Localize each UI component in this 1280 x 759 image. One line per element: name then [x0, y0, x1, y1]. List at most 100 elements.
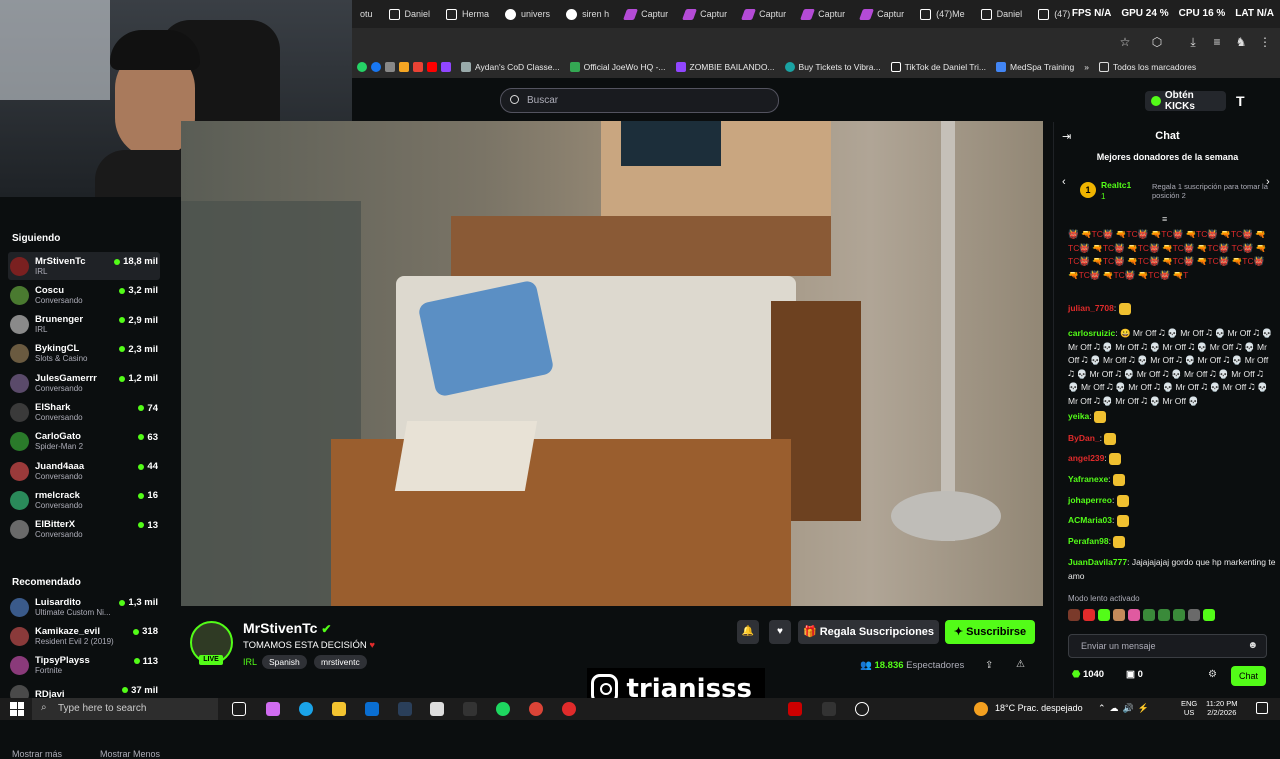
chat-username[interactable]: ACMaria03: [1068, 515, 1112, 525]
file-explorer-icon[interactable]: [332, 702, 346, 716]
chat-username[interactable]: angel239: [1068, 453, 1104, 463]
bookmarks-overflow[interactable]: »: [1079, 62, 1094, 72]
chat-username[interactable]: julian_7708: [1068, 303, 1114, 313]
share-icon[interactable]: ⇪: [985, 660, 993, 671]
get-kicks-button[interactable]: Obtén KICKs: [1145, 90, 1226, 112]
menu-icon[interactable]: ⋮: [1258, 35, 1272, 49]
settings-icon[interactable]: ⚙: [1208, 669, 1217, 680]
copilot-icon[interactable]: [266, 702, 280, 716]
store-icon[interactable]: [430, 702, 444, 716]
sidebar-channel[interactable]: Kamikaze_evil Resident Evil 2 (2019) 318: [8, 622, 160, 650]
emote-icon[interactable]: [1128, 609, 1140, 621]
tray-icons[interactable]: ⌃☁🔊⚡: [1098, 703, 1153, 714]
chat-username[interactable]: ByDan_: [1068, 433, 1100, 443]
bookmark[interactable]: TikTok de Daniel Tri...: [886, 62, 991, 72]
sidebar-channel[interactable]: TipsyPlayss Fortnite 113: [8, 652, 160, 680]
filter-icon[interactable]: ≡: [1162, 214, 1167, 224]
chat-username[interactable]: JuanDavila777: [1068, 557, 1127, 567]
browser-tab[interactable]: Captur: [853, 0, 912, 28]
extensions-icon[interactable]: ⬡: [1150, 35, 1164, 49]
star-icon[interactable]: ☆: [1118, 35, 1132, 49]
sidebar-channel[interactable]: BykingCL Slots & Casino 2,3 mil: [8, 340, 160, 368]
tag-channel[interactable]: mrstiventc: [314, 655, 367, 669]
emote-icon[interactable]: [1158, 609, 1170, 621]
search-input[interactable]: Buscar: [500, 88, 779, 113]
sidebar-channel[interactable]: ElBitterX Conversando 13: [8, 516, 160, 544]
language-indicator[interactable]: ENG US: [1181, 699, 1197, 717]
channel-name[interactable]: MrStivenTc ✔: [243, 620, 331, 636]
bookmark[interactable]: ZOMBIE BAILANDO...: [671, 62, 780, 72]
bookmark[interactable]: Buy Tickets to Vibra...: [780, 62, 886, 72]
chat-username[interactable]: Yafranexe: [1068, 474, 1108, 484]
chat-username[interactable]: johaperreo: [1068, 495, 1112, 505]
edge-icon[interactable]: [299, 702, 313, 716]
emote-icon[interactable]: [1098, 609, 1110, 621]
chat-username[interactable]: Perafan98: [1068, 536, 1109, 546]
sidebar-channel[interactable]: ElShark Conversando 74: [8, 399, 160, 427]
browser-tab[interactable]: univers: [497, 0, 558, 28]
sidebar-channel[interactable]: Juand4aaa Conversando 44: [8, 457, 160, 485]
chevron-left-icon[interactable]: ‹: [1062, 176, 1066, 188]
browser-tab[interactable]: (47)Me: [912, 0, 973, 28]
weather-text[interactable]: 18°C Prac. despejado: [995, 703, 1083, 713]
app-icon[interactable]: [822, 702, 836, 716]
sidebar-channel[interactable]: rmelcrack Conversando 16: [8, 486, 160, 514]
emote-icon[interactable]: [1113, 609, 1125, 621]
opera-icon[interactable]: [562, 702, 576, 716]
stream-category[interactable]: IRL: [243, 657, 257, 667]
follow-button[interactable]: ♥: [769, 620, 791, 644]
outlook-icon[interactable]: [365, 702, 379, 716]
kick-points[interactable]: ⬣ 1040: [1072, 669, 1104, 680]
all-bookmarks[interactable]: Todos los marcadores: [1094, 62, 1201, 72]
show-less-button[interactable]: Mostrar Menos: [100, 749, 160, 759]
chat-username[interactable]: yeika: [1068, 411, 1089, 421]
emote-icon[interactable]: [1173, 609, 1185, 621]
bookmark-icons[interactable]: [352, 62, 456, 72]
task-view-icon[interactable]: [232, 702, 246, 716]
emote-icon[interactable]: [1203, 609, 1215, 621]
media-icon[interactable]: [855, 702, 869, 716]
video-player[interactable]: [181, 121, 1043, 606]
app-icon[interactable]: [463, 702, 477, 716]
taskbar-search[interactable]: ⌕ Type here to search: [32, 698, 218, 720]
bookmark[interactable]: MedSpa Training: [991, 62, 1079, 72]
extension-icon[interactable]: ♞: [1234, 35, 1248, 49]
sidebar-channel[interactable]: MrStivenTc IRL 18,8 mil: [8, 252, 160, 280]
clock[interactable]: 11:20 PM 2/2/2026: [1206, 699, 1238, 717]
chat-input[interactable]: Enviar un mensaje ☻: [1068, 634, 1267, 658]
bookmark[interactable]: Official JoeWo HQ -...: [565, 62, 671, 72]
emote-icon[interactable]: [1083, 609, 1095, 621]
address-bar[interactable]: ☆ ⬡ ⤓ ≡ ♞ ⋮: [352, 28, 1280, 56]
show-more-button[interactable]: Mostrar más: [12, 749, 62, 759]
download-icon[interactable]: ⤓: [1186, 35, 1200, 49]
top-donor-name[interactable]: Realtc1: [1101, 180, 1131, 190]
emoji-icon[interactable]: ☻: [1247, 640, 1258, 651]
browser-tab[interactable]: Captur: [794, 0, 853, 28]
report-icon[interactable]: ⚠: [1016, 659, 1025, 670]
gift-counter[interactable]: ▣ 0: [1126, 669, 1143, 680]
gift-subs-button[interactable]: 🎁 Regala Suscripciones: [798, 620, 939, 644]
subscribe-button[interactable]: ✦ Suscribirse: [945, 620, 1035, 644]
voicemod-icon[interactable]: [788, 702, 802, 716]
browser-tab[interactable]: Captur: [735, 0, 794, 28]
steam-icon[interactable]: [398, 702, 412, 716]
emote-icon[interactable]: [1068, 609, 1080, 621]
emote-icon[interactable]: [1188, 609, 1200, 621]
sidebar-channel[interactable]: CarloGato Spider-Man 2 63: [8, 428, 160, 456]
browser-tab[interactable]: Daniel: [973, 0, 1031, 28]
browser-tab[interactable]: Captur: [676, 0, 735, 28]
browser-tab[interactable]: Daniel: [381, 0, 439, 28]
notifications-icon[interactable]: [1256, 702, 1268, 714]
sidebar-channel[interactable]: Coscu Conversando 3,2 mil: [8, 281, 160, 309]
sidebar-channel[interactable]: Luisardito Ultimate Custom Ni... 1,3 mil: [8, 593, 160, 621]
browser-tab[interactable]: siren h: [558, 0, 617, 28]
spotify-icon[interactable]: [496, 702, 510, 716]
sidebar-channel[interactable]: Brunenger IRL 2,9 mil: [8, 311, 160, 339]
tag-language[interactable]: Spanish: [262, 655, 307, 669]
emote-bar[interactable]: [1068, 609, 1215, 621]
bookmark[interactable]: Aydan's CoD Classe...: [456, 62, 565, 72]
chat-username[interactable]: carlosruizic: [1068, 328, 1115, 338]
send-chat-button[interactable]: Chat: [1231, 666, 1266, 686]
user-menu-icon[interactable]: T: [1236, 93, 1245, 109]
emote-icon[interactable]: [1143, 609, 1155, 621]
